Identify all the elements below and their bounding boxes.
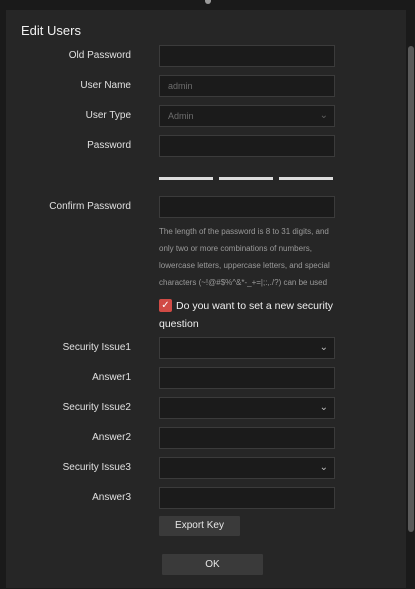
export-key-button[interactable]: Export Key xyxy=(159,516,240,536)
chevron-down-icon: ⌄ xyxy=(319,462,328,473)
security-issue2-label: Security Issue2 xyxy=(62,402,131,413)
password-hint: The length of the password is 8 to 31 di… xyxy=(159,227,330,287)
answer2-label: Answer2 xyxy=(92,432,131,443)
password-strength-bar-3 xyxy=(279,177,333,180)
password-field[interactable] xyxy=(159,135,335,157)
edit-users-dialog: Edit Users Old Password User Name admin … xyxy=(6,10,406,588)
answer3-label: Answer3 xyxy=(92,492,131,503)
old-password-field[interactable] xyxy=(159,45,335,67)
chevron-down-icon: ⌄ xyxy=(319,110,328,121)
answer1-label: Answer1 xyxy=(92,372,131,383)
user-name-field: admin xyxy=(159,75,335,97)
security-issue3-select[interactable]: ⌄ xyxy=(159,457,335,479)
confirm-password-field[interactable] xyxy=(159,196,335,218)
security-issue1-label: Security Issue1 xyxy=(62,342,131,353)
password-label: Password xyxy=(87,140,131,151)
user-type-label: User Type xyxy=(85,110,131,121)
scrollbar[interactable] xyxy=(408,46,414,532)
user-type-select: Admin ⌄ xyxy=(159,105,335,127)
security-question-checkbox-label: Do you want to set a new security questi… xyxy=(159,300,333,330)
top-drag-handle xyxy=(205,0,211,4)
user-name-label: User Name xyxy=(80,80,131,91)
answer2-field[interactable] xyxy=(159,427,335,449)
answer3-field[interactable] xyxy=(159,487,335,509)
password-strength-bar-1 xyxy=(159,177,213,180)
security-issue1-select[interactable]: ⌄ xyxy=(159,337,335,359)
dialog-title: Edit Users xyxy=(21,23,81,38)
security-issue2-select[interactable]: ⌄ xyxy=(159,397,335,419)
password-strength-bar-2 xyxy=(219,177,273,180)
chevron-down-icon: ⌄ xyxy=(319,402,328,413)
answer1-field[interactable] xyxy=(159,367,335,389)
chevron-down-icon: ⌄ xyxy=(319,342,328,353)
user-type-value: Admin xyxy=(168,111,194,121)
old-password-label: Old Password xyxy=(68,50,131,61)
ok-button[interactable]: OK xyxy=(162,554,263,575)
security-issue3-label: Security Issue3 xyxy=(62,462,131,473)
confirm-password-label: Confirm Password xyxy=(49,201,131,212)
